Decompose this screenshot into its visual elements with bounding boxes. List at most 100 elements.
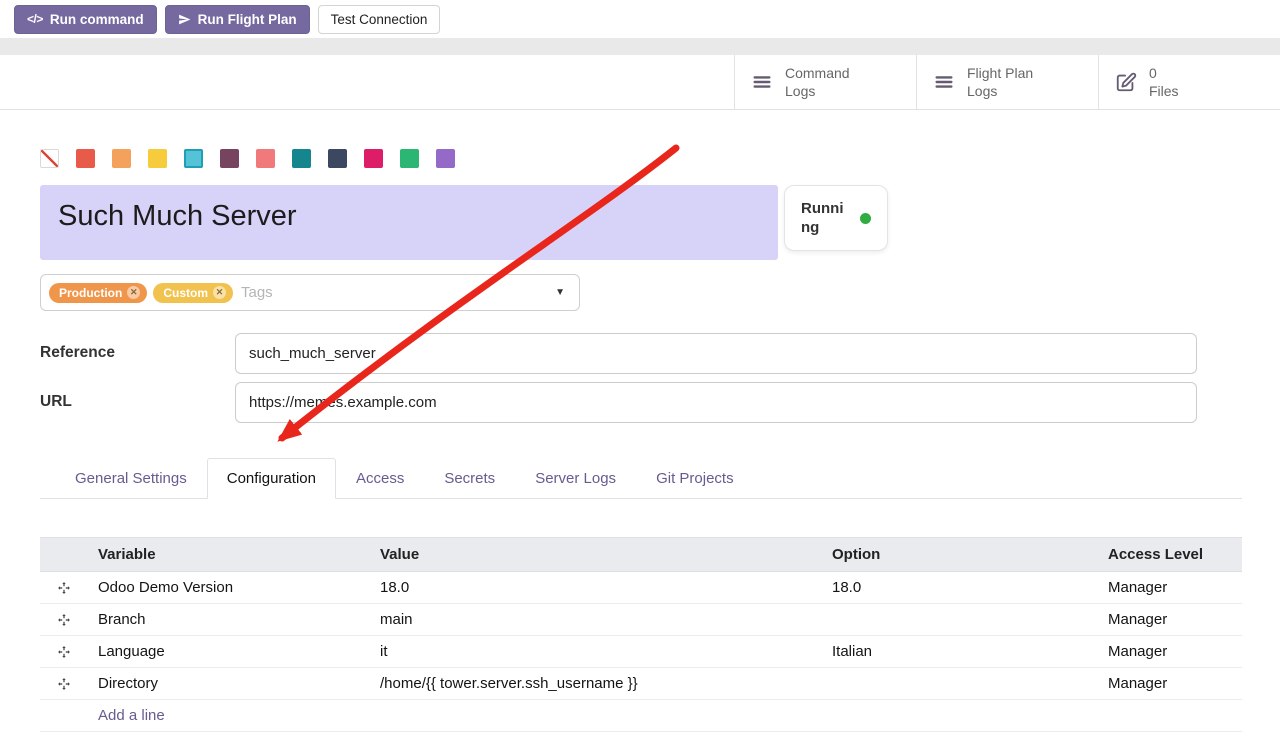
tags-placeholder: Tags: [241, 284, 273, 301]
drag-handle-icon[interactable]: [40, 636, 88, 668]
col-option: Option: [822, 538, 1098, 572]
run-flight-plan-button[interactable]: Run Flight Plan: [165, 5, 310, 34]
color-swatch-green[interactable]: [400, 149, 419, 168]
cell-access-level[interactable]: Manager: [1098, 604, 1242, 636]
color-swatch-dark-blue[interactable]: [328, 149, 347, 168]
tab-configuration[interactable]: Configuration: [207, 458, 336, 499]
run-command-label: Run command: [50, 12, 144, 27]
cell-access-level[interactable]: Manager: [1098, 572, 1242, 604]
add-line-row: Add a line: [40, 700, 1242, 732]
status-card: Running: [784, 185, 888, 251]
status-bar: Command Logs Flight Plan Logs 0 Files: [0, 55, 1280, 110]
test-connection-button[interactable]: Test Connection: [318, 5, 441, 34]
color-swatch-teal[interactable]: [292, 149, 311, 168]
tab-bar: General SettingsConfigurationAccessSecre…: [40, 458, 1242, 499]
url-field-row: URL: [40, 382, 1197, 423]
add-line-spacer: [40, 700, 88, 732]
color-swatch-cyan[interactable]: [184, 149, 203, 168]
cell-variable[interactable]: Language: [88, 636, 370, 668]
cell-option[interactable]: [822, 668, 1098, 700]
col-handle: [40, 538, 88, 572]
drag-handle-icon[interactable]: [40, 668, 88, 700]
stat-button-command-logs[interactable]: Command Logs: [734, 55, 916, 109]
color-swatch-salmon[interactable]: [256, 149, 275, 168]
stat-label-line2: Logs: [967, 82, 1033, 100]
stat-label-line2: Files: [1149, 82, 1179, 100]
cell-option[interactable]: 18.0: [822, 572, 1098, 604]
background-strip: [0, 38, 1280, 55]
server-name-input[interactable]: Such Much Server: [40, 185, 778, 260]
cell-option[interactable]: [822, 604, 1098, 636]
stat-label-line2: Logs: [785, 82, 850, 100]
tag-label: Custom: [163, 286, 208, 300]
paper-plane-icon: [178, 13, 191, 26]
configuration-table: Variable Value Option Access Level Odoo …: [40, 537, 1242, 732]
drag-handle-icon[interactable]: [40, 572, 88, 604]
form-sheet: Such Much Server Running Production✕ Cust…: [0, 149, 1280, 732]
stat-label-line1: Flight Plan: [967, 64, 1033, 82]
add-a-line-link[interactable]: Add a line: [98, 707, 165, 724]
tab-access[interactable]: Access: [336, 458, 424, 499]
cell-variable[interactable]: Odoo Demo Version: [88, 572, 370, 604]
cell-access-level[interactable]: Manager: [1098, 636, 1242, 668]
cell-value[interactable]: /home/{{ tower.server.ssh_username }}: [370, 668, 822, 700]
cell-value[interactable]: it: [370, 636, 822, 668]
color-swatch-none[interactable]: [40, 149, 59, 168]
code-icon: </>: [27, 12, 43, 26]
color-swatch-fuchsia[interactable]: [364, 149, 383, 168]
stat-label-line1: 0: [1149, 64, 1179, 82]
run-flight-plan-label: Run Flight Plan: [198, 12, 297, 27]
color-palette: [40, 149, 1242, 168]
status-label: Running: [801, 199, 848, 238]
cell-value[interactable]: main: [370, 604, 822, 636]
tags-list: Production✕ Custom ✕: [49, 283, 233, 303]
url-label: URL: [40, 382, 235, 411]
title-row: Such Much Server Running: [40, 185, 1242, 260]
cell-variable[interactable]: Directory: [88, 668, 370, 700]
reference-label: Reference: [40, 333, 235, 362]
color-swatch-yellow[interactable]: [148, 149, 167, 168]
col-variable: Variable: [88, 538, 370, 572]
reference-field-row: Reference: [40, 333, 1197, 374]
table-row: Directory/home/{{ tower.server.ssh_usern…: [40, 668, 1242, 700]
tag-custom[interactable]: Custom ✕: [153, 283, 233, 303]
table-header-row: Variable Value Option Access Level: [40, 538, 1242, 572]
color-swatch-dark-purple[interactable]: [220, 149, 239, 168]
menu-icon: [751, 71, 773, 93]
reference-input[interactable]: [235, 333, 1197, 374]
fields-group: Reference URL: [40, 333, 1197, 423]
cell-variable[interactable]: Branch: [88, 604, 370, 636]
table-row: Branchmain Manager: [40, 604, 1242, 636]
tab-general-settings[interactable]: General Settings: [55, 458, 207, 499]
col-access-level: Access Level: [1098, 538, 1242, 572]
config-table-rows: Odoo Demo Version18.018.0ManagerBranchma…: [40, 572, 1242, 700]
drag-handle-icon[interactable]: [40, 604, 88, 636]
edit-icon: [1115, 71, 1137, 93]
color-swatch-purple[interactable]: [436, 149, 455, 168]
remove-tag-icon[interactable]: ✕: [127, 286, 140, 299]
tab-server-logs[interactable]: Server Logs: [515, 458, 636, 499]
menu-icon: [933, 71, 955, 93]
top-control-bar: </> Run command Run Flight Plan Test Con…: [0, 0, 1280, 38]
stat-button-files[interactable]: 0 Files: [1098, 55, 1280, 109]
test-connection-label: Test Connection: [331, 12, 428, 27]
cell-option[interactable]: Italian: [822, 636, 1098, 668]
cell-access-level[interactable]: Manager: [1098, 668, 1242, 700]
table-row: Odoo Demo Version18.018.0Manager: [40, 572, 1242, 604]
status-dot: [860, 213, 871, 224]
tab-secrets[interactable]: Secrets: [424, 458, 515, 499]
table-row: LanguageitItalianManager: [40, 636, 1242, 668]
cell-value[interactable]: 18.0: [370, 572, 822, 604]
color-swatch-red[interactable]: [76, 149, 95, 168]
color-swatch-orange[interactable]: [112, 149, 131, 168]
dropdown-caret-icon[interactable]: ▼: [555, 287, 565, 298]
remove-tag-icon[interactable]: ✕: [213, 286, 226, 299]
tag-production[interactable]: Production✕: [49, 283, 147, 303]
tab-git-projects[interactable]: Git Projects: [636, 458, 754, 499]
stat-label-line1: Command: [785, 64, 850, 82]
tags-field[interactable]: Production✕ Custom ✕ Tags ▼: [40, 274, 580, 311]
run-command-button[interactable]: </> Run command: [14, 5, 157, 34]
stat-button-flight-plan-logs[interactable]: Flight Plan Logs: [916, 55, 1098, 109]
url-input[interactable]: [235, 382, 1197, 423]
col-value: Value: [370, 538, 822, 572]
